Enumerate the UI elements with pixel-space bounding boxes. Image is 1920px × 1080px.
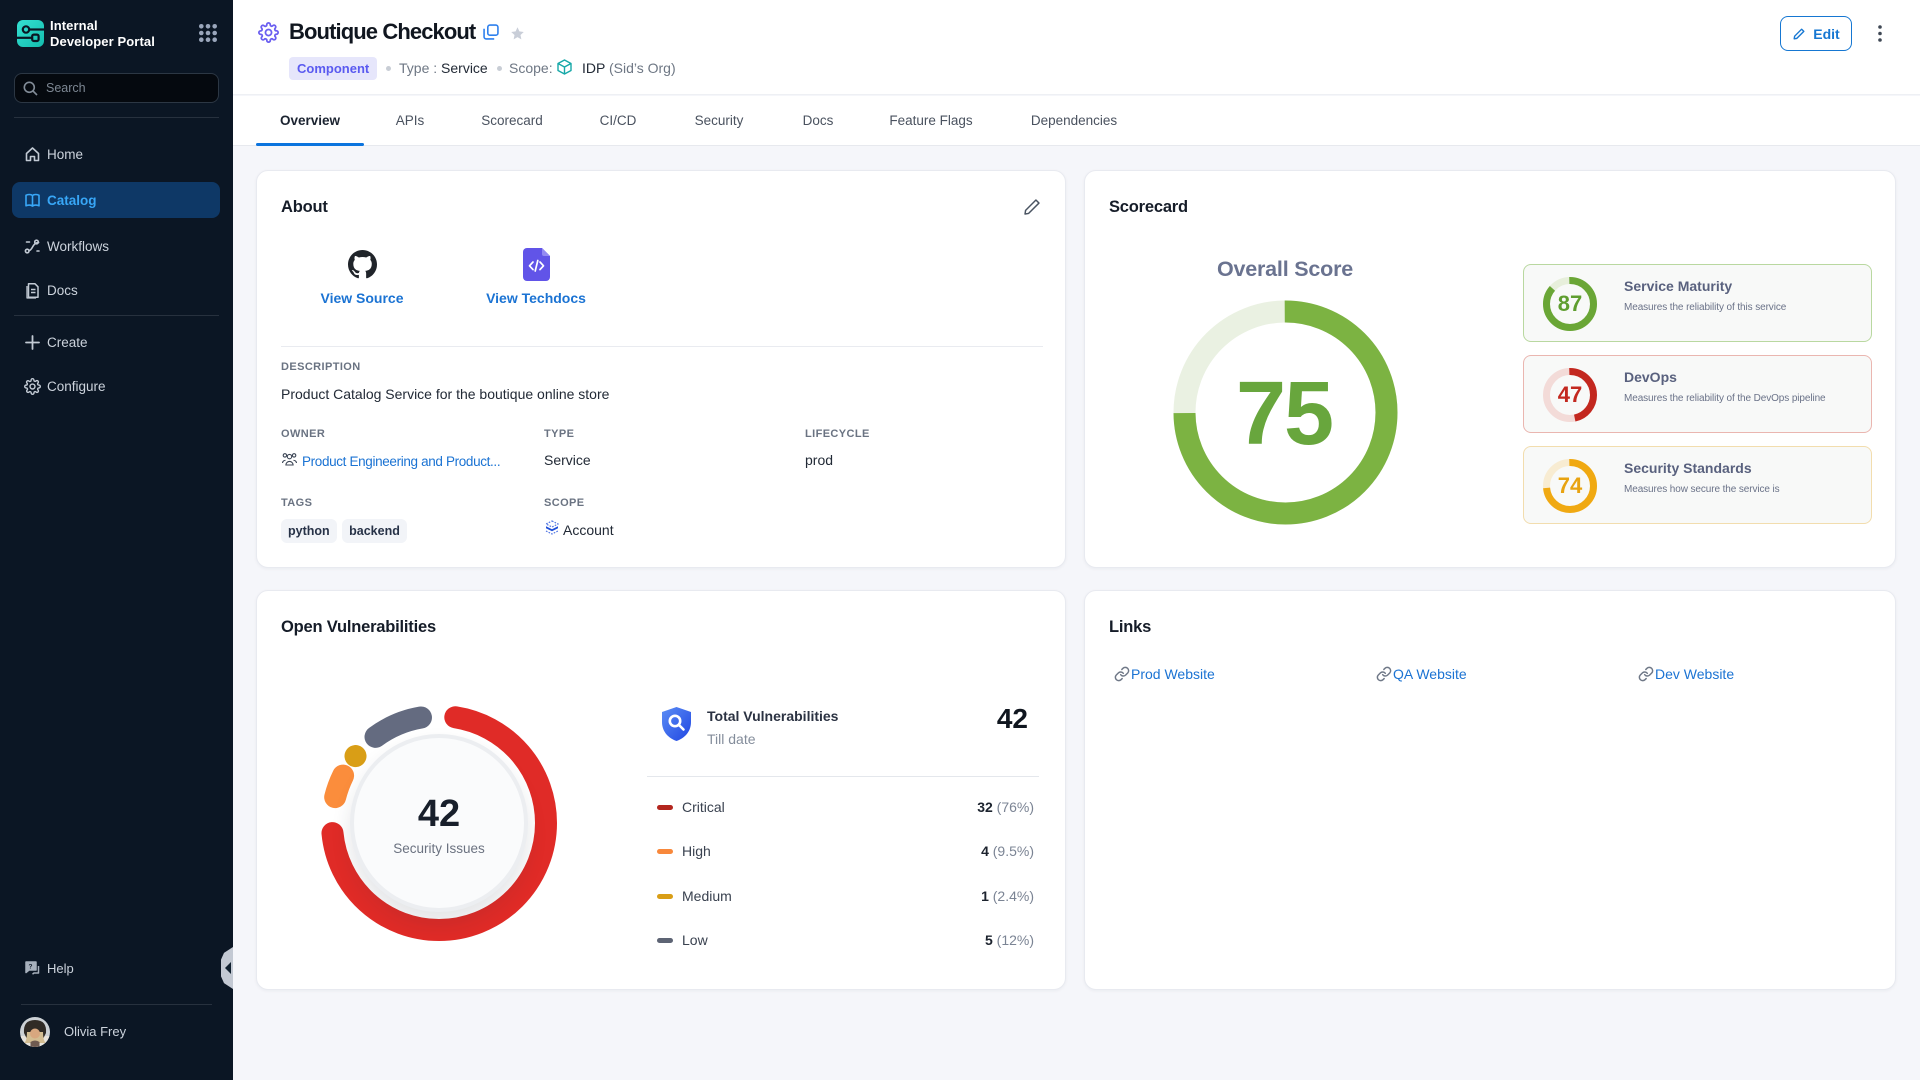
svg-text:?: ? [29, 963, 33, 970]
svg-text:75: 75 [1236, 364, 1332, 464]
